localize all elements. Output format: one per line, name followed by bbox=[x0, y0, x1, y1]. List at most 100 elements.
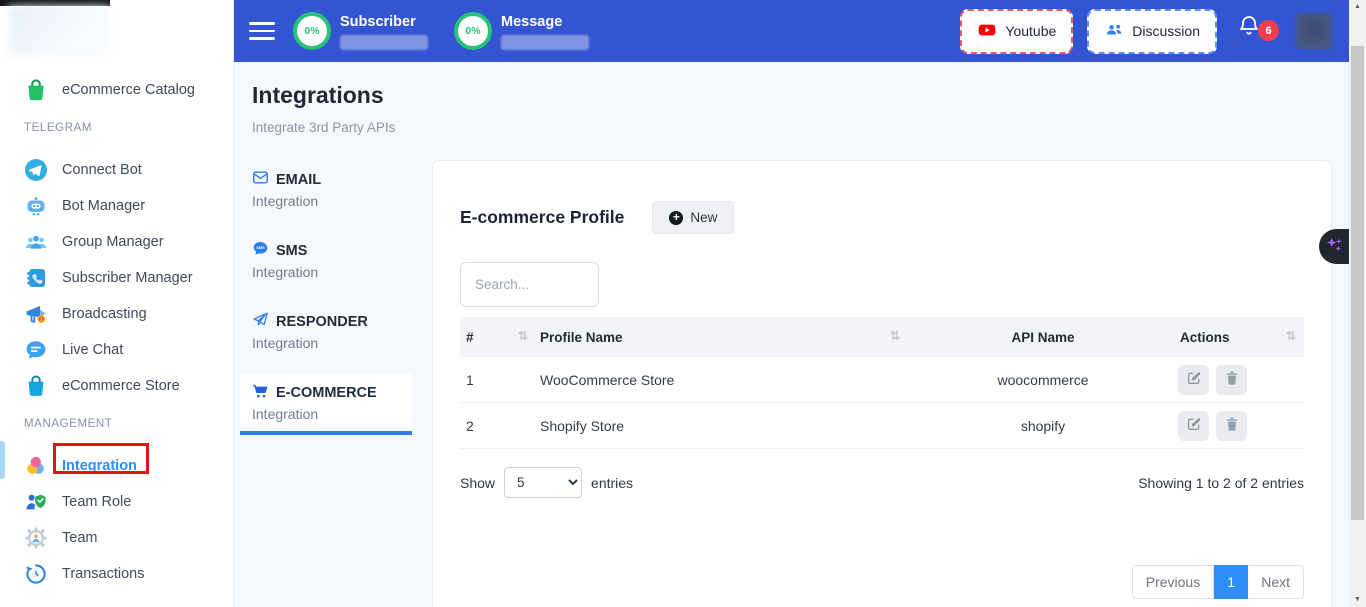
header-profile-label: Profile Name bbox=[540, 330, 623, 345]
youtube-button[interactable]: Youtube bbox=[960, 9, 1073, 54]
notifications-button[interactable]: 6 bbox=[1237, 14, 1267, 48]
sidebar-item-label: Bot Manager bbox=[62, 198, 145, 214]
profiles-table: # ⇅ Profile Name ⇅ API Name Actions ⇅ bbox=[460, 317, 1304, 449]
user-avatar[interactable] bbox=[1295, 12, 1333, 50]
sidebar-item-ecommerce-catalog[interactable]: eCommerce Catalog bbox=[0, 72, 233, 108]
sidebar-item-label: Live Chat bbox=[62, 342, 123, 358]
subnav-item-title: SMS bbox=[276, 243, 307, 259]
panel-title: E-commerce Profile bbox=[460, 207, 624, 228]
current-page-button[interactable]: 1 bbox=[1214, 565, 1248, 599]
broadcast-icon: 1 bbox=[24, 302, 48, 326]
sidebar-item-bot-manager[interactable]: Bot Manager bbox=[0, 188, 233, 224]
message-percent: 0% bbox=[465, 25, 480, 37]
notification-count-badge: 6 bbox=[1258, 20, 1279, 41]
column-header-profile[interactable]: Profile Name ⇅ bbox=[536, 330, 908, 345]
main-content: Integrations Integrate 3rd Party APIs EM… bbox=[233, 62, 1349, 607]
subnav-item-subtitle: Integration bbox=[252, 406, 400, 422]
sort-icon[interactable]: ⇅ bbox=[1286, 330, 1304, 342]
subnav-item-responder[interactable]: RESPONDER Integration bbox=[240, 302, 412, 364]
trash-icon bbox=[1224, 416, 1240, 435]
scrollbar-up-arrow[interactable]: ▲ bbox=[1349, 0, 1366, 14]
sidebar-item-label: Broadcasting bbox=[62, 306, 147, 322]
chat-icon bbox=[24, 338, 48, 362]
delete-button[interactable] bbox=[1216, 411, 1247, 441]
sidebar-item-integration[interactable]: Integration bbox=[0, 448, 233, 484]
subnav-item-sms[interactable]: SMS SMS Integration bbox=[240, 231, 412, 293]
discussion-people-icon bbox=[1104, 20, 1124, 43]
sort-icon[interactable]: ⇅ bbox=[518, 330, 536, 342]
sparkles-icon bbox=[1325, 235, 1344, 259]
edit-pencil-icon bbox=[1186, 416, 1202, 435]
edit-button[interactable] bbox=[1178, 365, 1209, 395]
discussion-button[interactable]: Discussion bbox=[1087, 9, 1217, 54]
group-icon bbox=[24, 230, 48, 254]
store-bag-icon bbox=[24, 374, 48, 398]
subscriber-progress-ring: 0% bbox=[293, 12, 331, 50]
page-size-select[interactable]: 5 bbox=[504, 467, 582, 498]
sidebar-item-subscriber-manager[interactable]: Subscriber Manager bbox=[0, 260, 233, 296]
next-page-button[interactable]: Next bbox=[1248, 565, 1304, 599]
subscriber-percent: 0% bbox=[304, 25, 319, 37]
row-num: 2 bbox=[460, 418, 536, 434]
subnav-item-email[interactable]: EMAIL Integration bbox=[240, 160, 412, 222]
scrollbar-thumb[interactable] bbox=[1351, 46, 1364, 520]
avatar-image-redacted bbox=[1295, 12, 1333, 50]
sidebar-item-label: Team Role bbox=[62, 494, 131, 510]
sidebar-heading-management: MANAGEMENT bbox=[0, 414, 233, 434]
search-input[interactable] bbox=[460, 262, 599, 307]
pagination: Previous 1 Next bbox=[1132, 565, 1304, 599]
subnav-item-title: EMAIL bbox=[276, 172, 321, 188]
edit-pencil-icon bbox=[1186, 370, 1202, 389]
sidebar-item-label: Team bbox=[62, 530, 97, 546]
youtube-icon bbox=[977, 20, 997, 43]
subnav-item-subtitle: Integration bbox=[252, 264, 400, 280]
active-item-indicator bbox=[0, 441, 5, 479]
sidebar-item-transactions[interactable]: Transactions bbox=[0, 556, 233, 592]
sidebar-item-group-manager[interactable]: Group Manager bbox=[0, 224, 233, 260]
table-row: 1 WooCommerce Store woocommerce bbox=[460, 357, 1304, 403]
delete-button[interactable] bbox=[1216, 365, 1247, 395]
sidebar-item-label: Group Manager bbox=[62, 234, 164, 250]
edit-button[interactable] bbox=[1178, 411, 1209, 441]
sidebar-item-label: Subscriber Manager bbox=[62, 270, 193, 286]
column-header-num[interactable]: # ⇅ bbox=[460, 330, 536, 345]
subscriber-stat: 0% Subscriber bbox=[293, 12, 428, 50]
app-window: eCommerce Catalog TELEGRAM Connect Bot B… bbox=[0, 0, 1366, 607]
sidebar-item-label: eCommerce Catalog bbox=[62, 82, 195, 98]
topbar: 0% Subscriber 0% Message Youtube bbox=[233, 0, 1349, 62]
sidebar: eCommerce Catalog TELEGRAM Connect Bot B… bbox=[0, 0, 233, 607]
previous-page-button[interactable]: Previous bbox=[1132, 565, 1214, 599]
sidebar-item-team-role[interactable]: Team Role bbox=[0, 484, 233, 520]
svg-text:SMS: SMS bbox=[256, 245, 265, 250]
new-profile-button[interactable]: + New bbox=[652, 201, 734, 234]
subscriber-stat-label: Subscriber bbox=[340, 12, 428, 30]
paper-plane-icon bbox=[252, 311, 269, 332]
sort-icon[interactable]: ⇅ bbox=[890, 330, 908, 342]
sidebar-item-ecommerce-store[interactable]: eCommerce Store bbox=[0, 368, 233, 404]
sidebar-item-live-chat[interactable]: Live Chat bbox=[0, 332, 233, 368]
ai-assistant-button[interactable] bbox=[1319, 229, 1349, 264]
integration-subnav: EMAIL Integration SMS SMS Integration bbox=[240, 160, 412, 444]
subnav-item-ecommerce[interactable]: E-COMMERCE Integration bbox=[240, 373, 412, 435]
sidebar-item-connect-bot[interactable]: Connect Bot bbox=[0, 152, 233, 188]
row-num: 1 bbox=[460, 372, 536, 388]
sidebar-heading-telegram: TELEGRAM bbox=[0, 118, 233, 138]
header-actions-label: Actions bbox=[1180, 330, 1230, 345]
sidebar-item-team[interactable]: Team bbox=[0, 520, 233, 556]
sidebar-item-label: Transactions bbox=[62, 566, 144, 582]
entries-label: entries bbox=[591, 475, 633, 491]
gear-person-icon bbox=[24, 526, 48, 550]
hamburger-menu-icon[interactable] bbox=[249, 22, 275, 40]
column-header-api[interactable]: API Name bbox=[908, 330, 1178, 345]
sidebar-item-broadcasting[interactable]: 1 Broadcasting bbox=[0, 296, 233, 332]
row-api-name: shopify bbox=[908, 418, 1178, 434]
telegram-icon bbox=[24, 158, 48, 182]
table-row: 2 Shopify Store shopify bbox=[460, 403, 1304, 449]
row-profile-name: WooCommerce Store bbox=[536, 372, 908, 388]
role-shield-icon bbox=[24, 490, 48, 514]
sidebar-item-label: Integration bbox=[62, 458, 137, 474]
trash-icon bbox=[1224, 370, 1240, 389]
column-header-actions[interactable]: Actions ⇅ bbox=[1178, 330, 1304, 345]
scrollbar-down-arrow[interactable]: ▼ bbox=[1349, 593, 1366, 607]
row-api-name: woocommerce bbox=[908, 372, 1178, 388]
